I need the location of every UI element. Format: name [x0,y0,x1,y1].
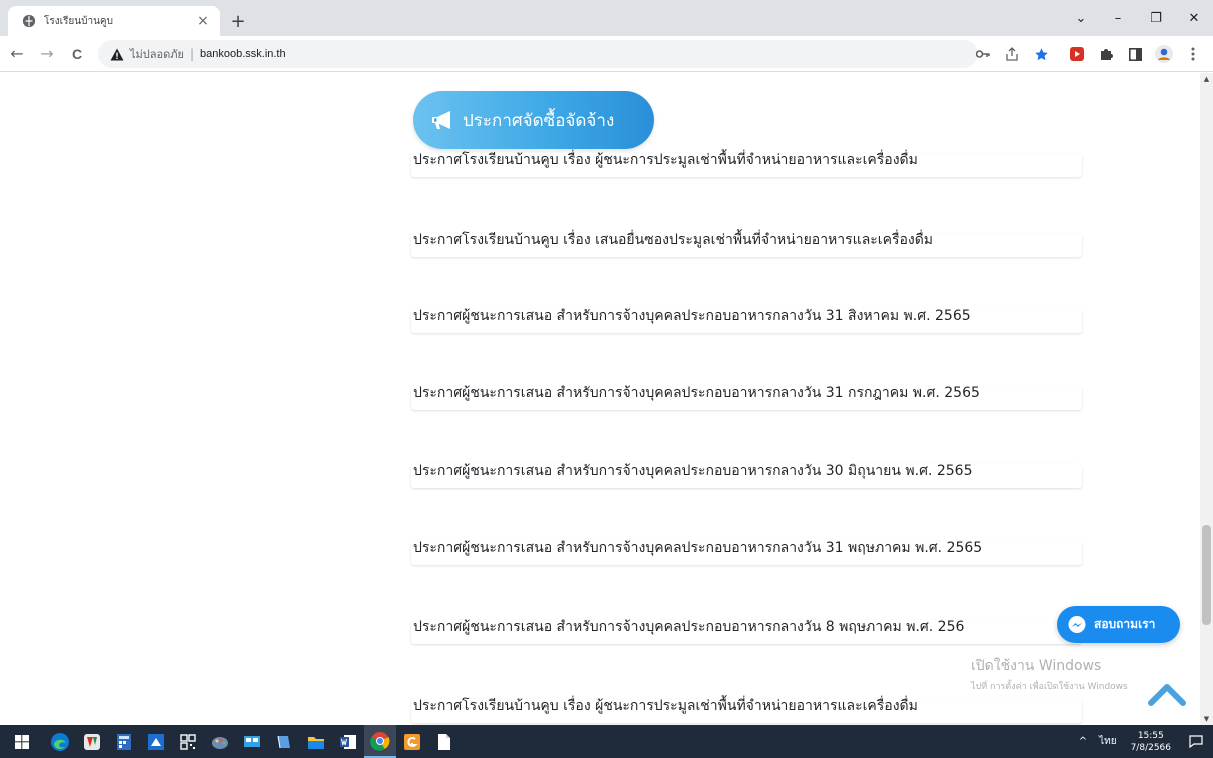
profile-avatar[interactable] [1152,42,1176,66]
tab-strip: โรงเรียนบ้านคูบ × + ⌄ – ❐ ✕ [0,0,1213,36]
windows-taskbar: ^ ไทย 15:55 7/8/2566 [0,725,1213,758]
start-icon[interactable] [6,725,38,758]
reload-button[interactable]: C [64,41,90,67]
minimize-button[interactable]: – [1099,0,1137,36]
news-item[interactable]: ประกาศโรงเรียนบ้านคูบ เรื่อง เสนอยื่นซอง… [411,232,1082,257]
section-title: ประกาศจัดซื้อจัดจ้าง [463,110,615,131]
menu-kebab-icon[interactable] [1181,42,1205,66]
tab-title: โรงเรียนบ้านคูบ [44,15,113,27]
clock-date: 7/8/2566 [1130,742,1171,753]
calculator-icon[interactable] [108,725,140,758]
scroll-to-top-icon[interactable] [1148,681,1186,707]
notepad-icon[interactable] [428,725,460,758]
news-item-title[interactable]: ประกาศโรงเรียนบ้านคูบ เรื่อง ผู้ชนะการปร… [413,695,918,717]
new-tab-button[interactable]: + [226,9,250,33]
close-window-button[interactable]: ✕ [1175,0,1213,36]
procurement-section-button[interactable]: ประกาศจัดซื้อจัดจ้าง [413,91,654,149]
forward-button[interactable]: → [34,41,60,67]
notification-center-icon[interactable] [1185,731,1207,753]
news-item[interactable]: ประกาศผู้ชนะการเสนอ สำหรับการจ้างบุคคลปร… [411,619,1082,644]
news-item[interactable]: ประกาศโรงเรียนบ้านคูบ เรื่อง ผู้ชนะการปร… [411,698,1082,723]
toolbar-icons [966,36,1205,72]
news-item[interactable]: ประกาศโรงเรียนบ้านคูบ เรื่อง ผู้ชนะการปร… [411,152,1082,177]
news-item[interactable]: ประกาศผู้ชนะการเสนอ สำหรับการจ้างบุคคลปร… [411,385,1082,410]
extensions-puzzle-icon[interactable] [1094,42,1118,66]
edge-icon[interactable] [44,725,76,758]
share-icon[interactable] [1000,42,1024,66]
clock-time: 15:55 [1137,730,1164,741]
browser-toolbar: ← → C ไม่ปลอดภัย | bankoob.ssk.in.th [0,36,1213,72]
messenger-icon [1068,615,1086,633]
paint-icon[interactable] [204,725,236,758]
extension-red-icon[interactable] [1065,42,1089,66]
page-content: ประกาศจัดซื้อจัดจ้าง ประกาศโรงเรียนบ้านค… [0,73,1200,725]
news-item-title[interactable]: ประกาศโรงเรียนบ้านคูบ เรื่อง ผู้ชนะการปร… [413,149,918,171]
url-text[interactable]: bankoob.ssk.in.th [200,48,286,60]
back-button[interactable]: ← [4,41,30,67]
news-item-title[interactable]: ประกาศผู้ชนะการเสนอ สำหรับการจ้างบุคคลปร… [413,537,982,559]
tab-close-button[interactable]: × [194,12,212,30]
page-scrollbar[interactable]: ▲ ▼ [1200,73,1213,725]
chrome-icon[interactable] [364,725,396,758]
maximize-button[interactable]: ❐ [1137,0,1175,36]
news-item[interactable]: ประกาศผู้ชนะการเสนอ สำหรับการจ้างบุคคลปร… [411,463,1082,488]
network-icon[interactable] [236,725,268,758]
news-item-title[interactable]: ประกาศผู้ชนะการเสนอ สำหรับการจ้างบุคคลปร… [413,382,980,404]
watermark-title: เปิดใช้งาน Windows [971,658,1102,674]
window-controls: ⌄ – ❐ ✕ [1063,0,1213,36]
news-item-title[interactable]: ประกาศผู้ชนะการเสนอ สำหรับการจ้างบุคคลปร… [413,616,964,638]
megaphone-icon [432,111,450,129]
side-panel-icon[interactable] [1123,42,1147,66]
tray-overflow-icon[interactable]: ^ [1079,736,1087,747]
news-item-title[interactable]: ประกาศผู้ชนะการเสนอ สำหรับการจ้างบุคคลปร… [413,305,971,327]
browser-tab[interactable]: โรงเรียนบ้านคูบ × [8,6,220,36]
system-tray: ^ ไทย 15:55 7/8/2566 [1079,725,1213,758]
clock[interactable]: 15:55 7/8/2566 [1131,730,1171,754]
news-item-title[interactable]: ประกาศผู้ชนะการเสนอ สำหรับการจ้างบุคคลปร… [413,460,973,482]
scroll-up-arrow-icon[interactable]: ▲ [1200,73,1213,85]
scroll-down-arrow-icon[interactable]: ▼ [1200,713,1213,725]
app-blue-icon[interactable] [140,725,172,758]
not-secure-label: ไม่ปลอดภัย [130,48,184,61]
book-icon[interactable] [268,725,300,758]
app-orange-icon[interactable] [396,725,428,758]
address-bar[interactable]: ไม่ปลอดภัย | bankoob.ssk.in.th [98,40,978,68]
word-icon[interactable] [332,725,364,758]
qr-icon[interactable] [172,725,204,758]
chat-button-label: สอบถามเรา [1094,617,1156,631]
watermark-subtitle: ไปที่ การตั้งค่า เพื่อเปิดใช้งาน Windows [971,682,1128,692]
input-language[interactable]: ไทย [1099,734,1116,749]
globe-icon [22,14,36,28]
news-item[interactable]: ประกาศผู้ชนะการเสนอ สำหรับการจ้างบุคคลปร… [411,308,1082,333]
messenger-chat-button[interactable]: สอบถามเรา [1057,606,1180,643]
app-red-icon[interactable] [76,725,108,758]
scrollbar-thumb[interactable] [1202,525,1211,625]
tab-search-button[interactable]: ⌄ [1063,0,1099,36]
windows-activation-watermark: เปิดใช้งาน Windows ไปที่ การตั้งค่า เพื่… [971,655,1128,693]
omnibox-separator: | [189,47,194,61]
news-item-title[interactable]: ประกาศโรงเรียนบ้านคูบ เรื่อง เสนอยื่นซอง… [413,229,933,251]
bookmark-star-icon[interactable] [1029,42,1053,66]
key-icon[interactable] [971,42,995,66]
news-item[interactable]: ประกาศผู้ชนะการเสนอ สำหรับการจ้างบุคคลปร… [411,540,1082,565]
file-explorer-icon[interactable] [300,725,332,758]
warning-icon [110,48,124,60]
